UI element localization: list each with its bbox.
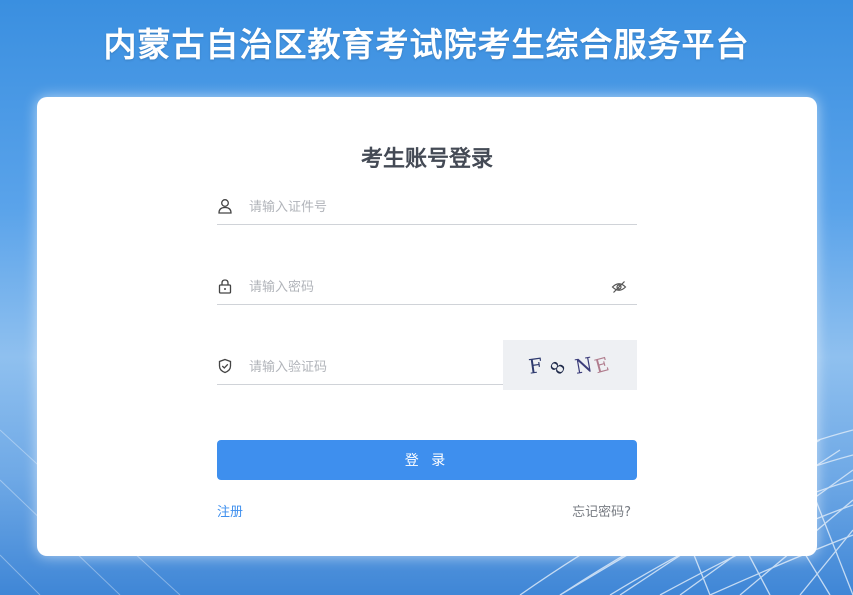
shield-icon — [218, 358, 232, 374]
forgot-password-link[interactable]: 忘记密码? — [572, 501, 631, 520]
login-button[interactable]: 登 录 — [217, 440, 637, 480]
login-title: 考生账号登录 — [360, 147, 493, 172]
password-field — [217, 270, 637, 305]
captcha-field: F 8 N E — [217, 340, 637, 390]
lock-icon — [218, 279, 232, 294]
eye-off-icon[interactable] — [611, 279, 627, 295]
password-input[interactable] — [247, 274, 571, 300]
id-field — [217, 190, 637, 225]
register-link[interactable]: 注册 — [217, 501, 243, 520]
captcha-char-3: N — [573, 352, 594, 379]
login-card: 考生账号登录 F 8 N — [37, 97, 817, 556]
page-title: 内蒙古自治区教育考试院考生综合服务平台 — [103, 25, 750, 64]
captcha-image[interactable]: F 8 N E — [503, 340, 637, 390]
user-icon — [218, 199, 232, 214]
captcha-char-1: F — [527, 353, 544, 379]
captcha-input[interactable] — [247, 354, 471, 380]
captcha-char-2: 8 — [546, 358, 570, 378]
captcha-char-4: E — [592, 353, 611, 378]
id-input[interactable] — [247, 194, 571, 220]
